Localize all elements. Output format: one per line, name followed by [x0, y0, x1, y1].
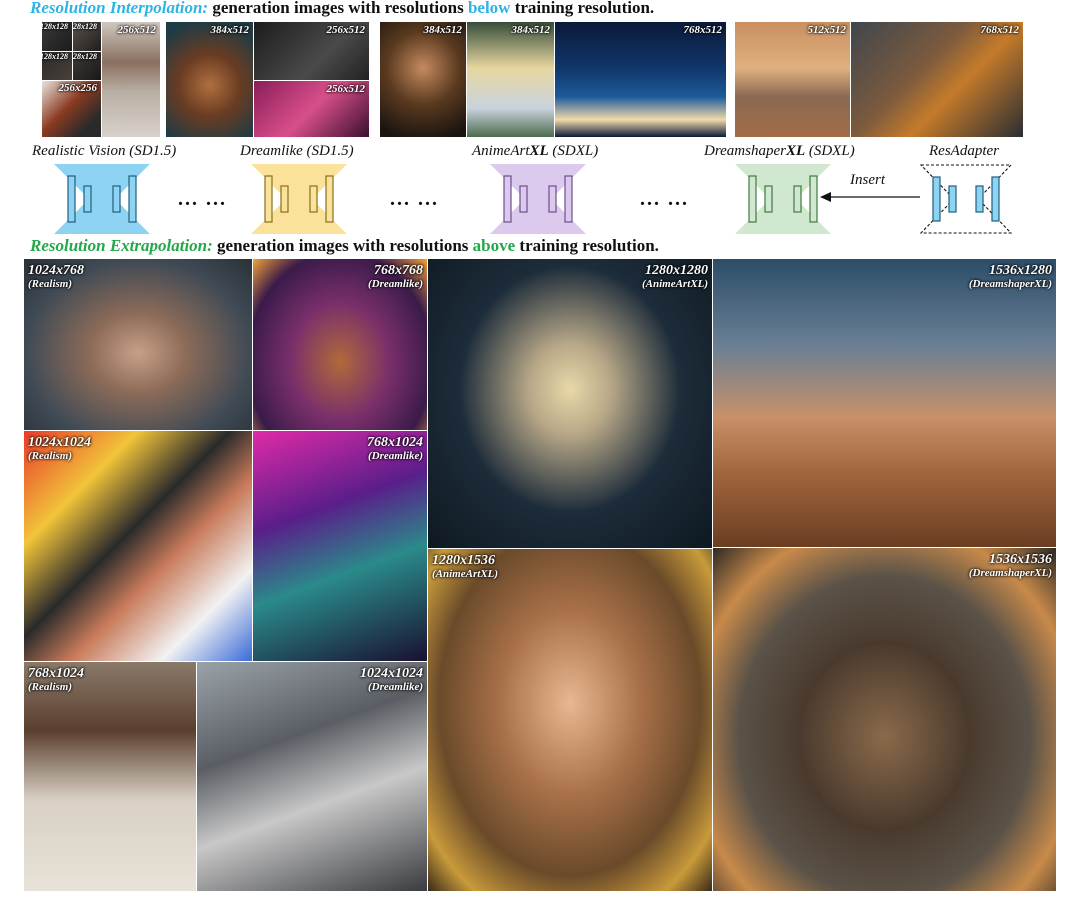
image-tile-dreamlike-1024x1024: 1024x1024 (Dreamlike) [197, 662, 427, 891]
model-label-animeart-xl: AnimeArtXL (SDXL) [472, 143, 599, 159]
image-tile-animeartxl-1280x1536: 1280x1536 (AnimeArtXL) [428, 549, 712, 891]
extrapolation-heading: Resolution Extrapolation: generation ima… [30, 236, 659, 256]
image-tile-dreamlike-768x768: 768x768 (Dreamlike) [253, 259, 427, 430]
image-tile: 768x512 [555, 22, 726, 137]
insert-label: Insert [850, 172, 885, 188]
extrapolation-text-b: training resolution. [515, 236, 659, 255]
unet-resadapter [920, 164, 1012, 234]
image-tile-animeartxl-1280x1280: 1280x1280 (AnimeArtXL) [428, 259, 712, 548]
extrapolation-text-a: generation images with resolutions [212, 236, 473, 255]
image-tile: 384x512 [380, 22, 466, 137]
image-tile: 256x256 [42, 81, 101, 137]
model-label-dreamshaper-xl: DreamshaperXL (SDXL) [704, 143, 855, 159]
image-tile-dreamlike-768x1024: 768x1024 (Dreamlike) [253, 431, 427, 661]
model-label-dreamlike: Dreamlike (SD1.5) [240, 143, 354, 159]
image-tile-dreamshaperxl-1536x1536: 1536x1536 (DreamshaperXL) [713, 548, 1056, 891]
interpolation-title: Resolution Interpolation: [30, 0, 209, 17]
interpolation-keyword: below [467, 0, 511, 17]
model-label-resadapter: ResAdapter [929, 143, 999, 159]
unet-animeart-xl [490, 164, 586, 234]
ellipsis: ... ... [178, 188, 227, 210]
image-tile: 256x512 [254, 81, 369, 137]
ellipsis: ... ... [390, 188, 439, 210]
image-tile: 128x128 [42, 52, 72, 80]
image-tile-realism-768x1024: 768x1024 (Realism) [24, 662, 196, 891]
image-tile-dreamshaperxl-1536x1280: 1536x1280 (DreamshaperXL) [713, 259, 1056, 547]
image-tile: 384x512 [166, 22, 253, 137]
interpolation-text-a: generation images with resolutions [208, 0, 468, 17]
image-tile: 384x512 [467, 22, 554, 137]
insert-arrow-icon [820, 192, 920, 202]
unet-dreamshaper-xl [735, 164, 831, 234]
unet-realistic-vision [54, 164, 150, 234]
image-tile: 256x512 [254, 22, 369, 80]
image-tile: 256x512 [102, 22, 160, 137]
interpolation-heading: Resolution Interpolation: generation ima… [30, 0, 654, 18]
image-tile: 128x128 [73, 52, 101, 80]
extrapolation-keyword: above [472, 236, 516, 255]
unet-dreamlike [251, 164, 347, 234]
image-tile: 128x128 [73, 22, 101, 51]
extrapolation-title: Resolution Extrapolation: [30, 236, 213, 255]
image-tile: 768x512 [851, 22, 1023, 137]
ellipsis: ... ... [640, 188, 689, 210]
image-tile: 128x128 [42, 22, 72, 51]
image-tile: 512x512 [735, 22, 850, 137]
interpolation-text-b: training resolution. [510, 0, 655, 17]
image-tile-realism-1024x1024: 1024x1024 (Realism) [24, 431, 252, 661]
image-tile-realism-1024x768: 1024x768 (Realism) [24, 259, 252, 430]
model-label-realistic-vision: Realistic Vision (SD1.5) [32, 143, 177, 159]
